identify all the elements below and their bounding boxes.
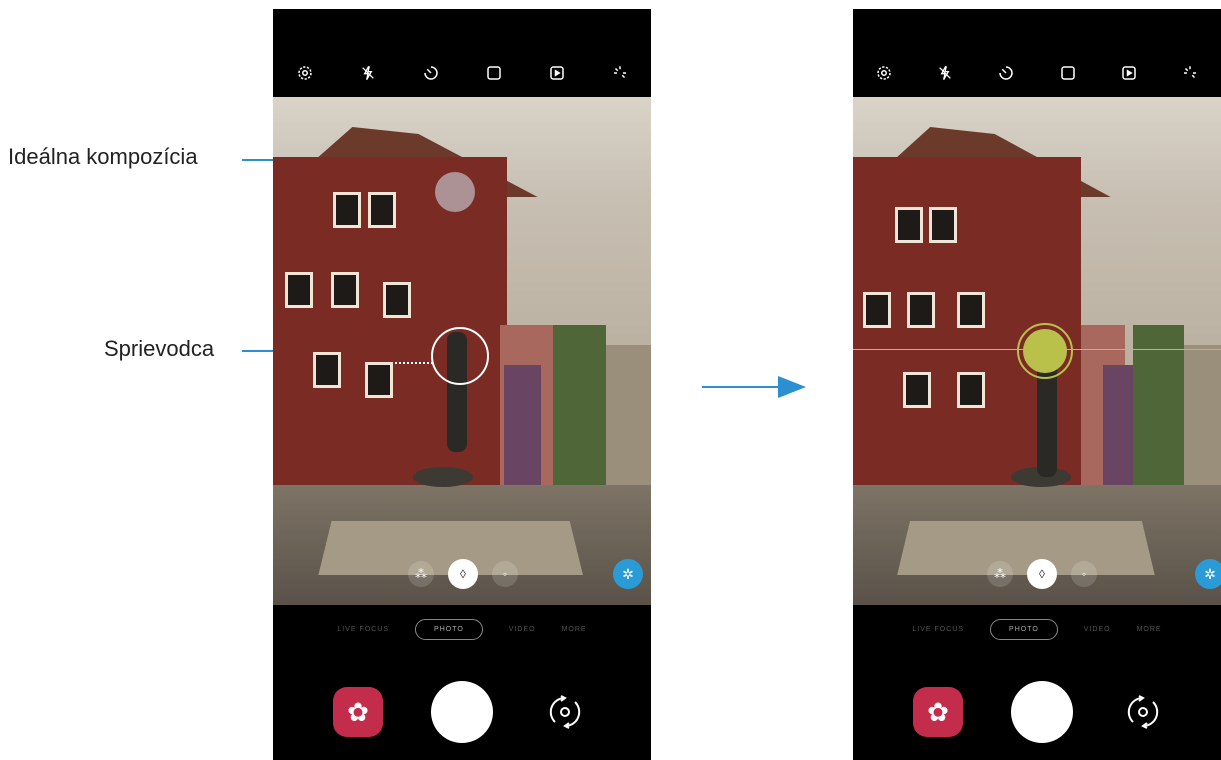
switch-camera-icon[interactable] xyxy=(541,688,589,736)
timer-icon[interactable] xyxy=(419,61,443,85)
flash-off-icon[interactable] xyxy=(356,61,380,85)
motion-photo-icon[interactable] xyxy=(1117,61,1141,85)
scene-optimizer-icon[interactable]: ✲ xyxy=(1195,559,1221,589)
camera-viewfinder[interactable]: ⁂ ◊ ◦ ✲ xyxy=(273,97,651,605)
mode-live-focus[interactable]: LIVE FOCUS xyxy=(912,626,964,633)
camera-settings-bar xyxy=(853,53,1221,93)
caption-ideal-composition: Ideálna kompozícia xyxy=(8,144,198,169)
scene-window xyxy=(929,207,957,243)
scene-window xyxy=(383,282,411,318)
mode-photo[interactable]: PHOTO xyxy=(415,618,483,640)
scene-window xyxy=(313,352,341,388)
effects-button[interactable]: ✿ xyxy=(333,687,383,737)
phone-screen-after: ⁂ ◊ ◦ ✲ LIVE FOCUS PHOTO VIDEO MORE ✿ xyxy=(853,9,1221,760)
camera-mode-selector: LIVE FOCUS PHOTO VIDEO MORE xyxy=(273,615,651,643)
flash-off-icon[interactable] xyxy=(933,61,957,85)
switch-camera-icon[interactable] xyxy=(1119,688,1167,736)
scene-window xyxy=(368,192,396,228)
arrow-right-icon xyxy=(702,376,806,398)
motion-photo-icon[interactable] xyxy=(545,61,569,85)
ideal-composition-target xyxy=(435,172,475,212)
mode-video[interactable]: VIDEO xyxy=(509,626,536,633)
scene-window xyxy=(895,207,923,243)
guide-circle xyxy=(431,327,489,385)
drop-triple-icon[interactable]: ⁂ xyxy=(987,561,1013,587)
scene-window xyxy=(285,272,313,308)
beauty-filter-icon[interactable] xyxy=(1178,61,1202,85)
aspect-ratio-icon[interactable] xyxy=(1056,61,1080,85)
live-focus-effect-buttons: ⁂ ◊ ◦ xyxy=(987,559,1097,589)
camera-viewfinder[interactable]: ⁂ ◊ ◦ ✲ xyxy=(853,97,1221,605)
live-focus-effect-buttons: ⁂ ◊ ◦ xyxy=(408,559,518,589)
shutter-button[interactable] xyxy=(1011,681,1073,743)
scene-fountain-basin xyxy=(413,467,473,487)
scene-window xyxy=(957,292,985,328)
composition-matched-dot xyxy=(1023,329,1067,373)
scene-window xyxy=(907,292,935,328)
camera-settings-bar xyxy=(273,53,651,93)
scene-window xyxy=(863,292,891,328)
drop-single-icon[interactable]: ◦ xyxy=(1071,561,1097,587)
scene-optimizer-icon[interactable]: ✲ xyxy=(613,559,643,589)
mode-live-focus[interactable]: LIVE FOCUS xyxy=(337,626,389,633)
shutter-button[interactable] xyxy=(431,681,493,743)
beauty-filter-icon[interactable] xyxy=(608,61,632,85)
phone-screen-before: ⁂ ◊ ◦ ✲ LIVE FOCUS PHOTO VIDEO MORE ✿ xyxy=(273,9,651,760)
scene-window xyxy=(957,372,985,408)
caption-guide: Sprievodca xyxy=(104,336,215,361)
guide-dotted-line xyxy=(395,362,433,364)
scene-window xyxy=(903,372,931,408)
timer-icon[interactable] xyxy=(994,61,1018,85)
mode-video[interactable]: VIDEO xyxy=(1084,626,1111,633)
mode-photo[interactable]: PHOTO xyxy=(990,618,1058,640)
aspect-ratio-icon[interactable] xyxy=(482,61,506,85)
drop-double-icon[interactable]: ◊ xyxy=(1027,559,1057,589)
drop-double-icon[interactable]: ◊ xyxy=(448,559,478,589)
camera-controls: ✿ xyxy=(853,679,1221,749)
camera-mode-selector: LIVE FOCUS PHOTO VIDEO MORE xyxy=(853,615,1221,643)
scene-window xyxy=(333,192,361,228)
scene-window xyxy=(331,272,359,308)
gear-icon[interactable] xyxy=(293,61,317,85)
effects-button[interactable]: ✿ xyxy=(913,687,963,737)
mode-more[interactable]: MORE xyxy=(1137,626,1162,633)
drop-single-icon[interactable]: ◦ xyxy=(492,561,518,587)
mode-more[interactable]: MORE xyxy=(562,626,587,633)
drop-triple-icon[interactable]: ⁂ xyxy=(408,561,434,587)
camera-controls: ✿ xyxy=(273,679,651,749)
gear-icon[interactable] xyxy=(872,61,896,85)
scene-window xyxy=(365,362,393,398)
